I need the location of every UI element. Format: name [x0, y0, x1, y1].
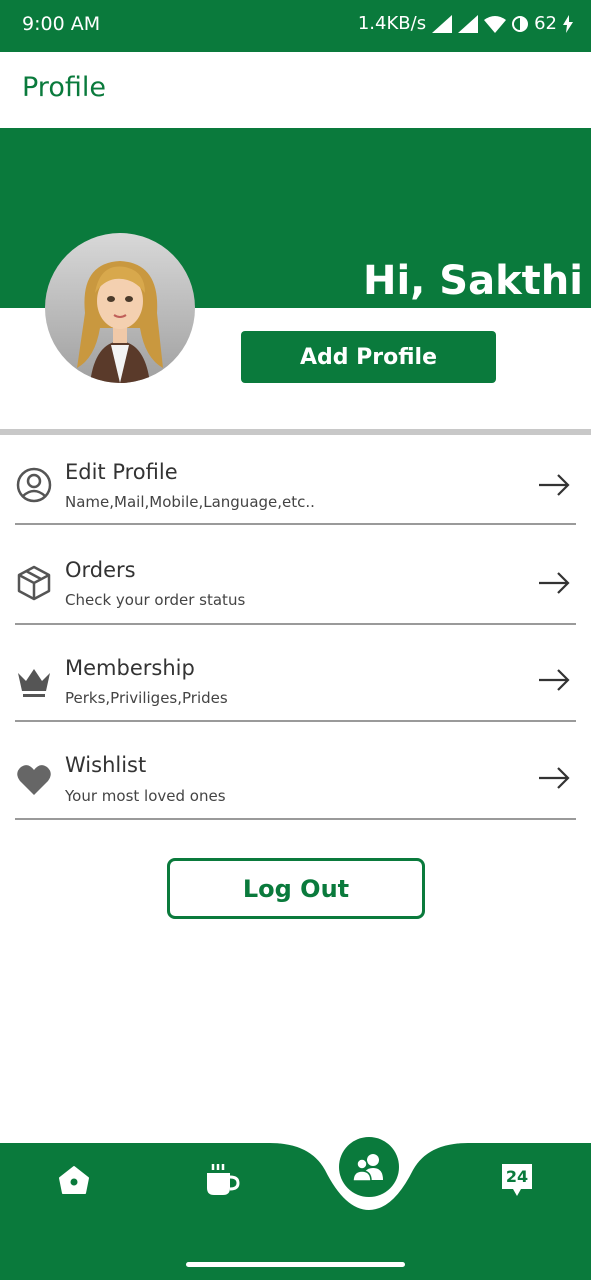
menu-item-title: Membership — [65, 656, 195, 680]
user-circle-icon — [16, 467, 52, 503]
menu-item-membership[interactable]: Membership Perks,Priviliges,Prides — [15, 623, 576, 722]
menu-item-orders[interactable]: Orders Check your order status — [15, 526, 576, 625]
status-icons: 1.4KB/s 62 — [358, 13, 573, 34]
people-icon — [352, 1154, 383, 1182]
battery-icon — [512, 15, 529, 32]
logout-button[interactable]: Log Out — [167, 858, 425, 919]
menu-item-subtitle: Your most loved ones — [65, 787, 226, 805]
avatar[interactable] — [45, 233, 195, 383]
arrow-right-icon — [539, 572, 570, 594]
menu-item-wishlist[interactable]: Wishlist Your most loved ones — [15, 721, 576, 820]
support-24-badge: 24 — [505, 1167, 529, 1186]
menu-item-title: Wishlist — [65, 753, 147, 777]
arrow-right-icon — [539, 474, 570, 496]
app-bar: Profile — [0, 52, 591, 128]
signal-icon — [458, 14, 479, 33]
support-24-button[interactable]: 24 — [499, 1161, 535, 1199]
menu-item-subtitle: Perks,Priviliges,Prides — [65, 689, 228, 707]
home-indicator[interactable] — [186, 1262, 405, 1267]
menu-item-title: Orders — [65, 558, 136, 582]
menu-item-edit-profile[interactable]: Edit Profile Name,Mail,Mobile,Language,e… — [15, 426, 576, 525]
menu-item-subtitle: Check your order status — [65, 591, 246, 609]
people-button[interactable] — [339, 1137, 399, 1197]
menu-item-subtitle: Name,Mail,Mobile,Language,etc.. — [65, 493, 315, 511]
avatar-image — [77, 261, 163, 383]
network-speed: 1.4KB/s — [357, 13, 427, 34]
signal-icon — [432, 14, 453, 33]
cup-icon[interactable] — [204, 1162, 240, 1198]
greeting-text: Hi, Sakthi — [362, 258, 583, 304]
arrow-right-icon — [539, 669, 570, 691]
arrow-right-icon — [539, 767, 570, 789]
box-icon — [17, 565, 51, 601]
status-time: 9:00 AM — [22, 13, 101, 35]
home-icon[interactable] — [58, 1164, 90, 1196]
status-bar: 9:00 AM 1.4KB/s 62 — [0, 0, 591, 52]
battery-level: 62 — [534, 13, 557, 34]
heart-icon — [17, 765, 51, 795]
crown-icon — [18, 669, 50, 697]
menu-item-title: Edit Profile — [65, 460, 178, 484]
add-profile-button[interactable]: Add Profile — [241, 331, 496, 383]
charging-icon — [563, 14, 573, 33]
page-title: Profile — [22, 72, 106, 103]
wifi-icon — [484, 15, 507, 33]
